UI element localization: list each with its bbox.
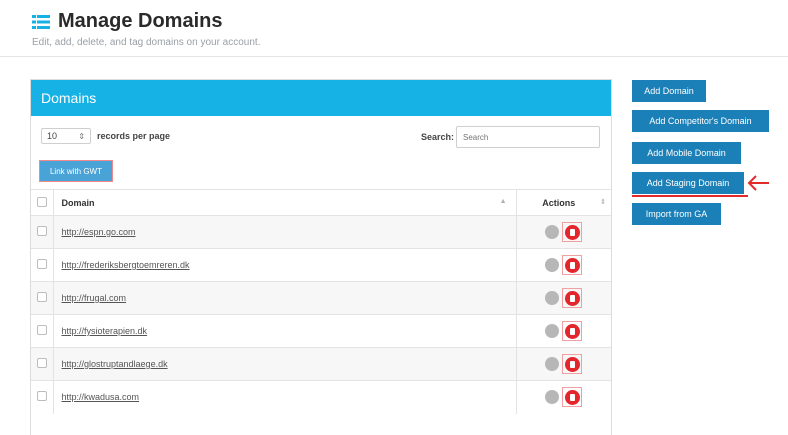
edit-icon[interactable] <box>545 291 560 305</box>
page-size-select[interactable]: 10 ⇕ <box>41 128 91 144</box>
records-per-page: 10 ⇕ records per page <box>41 128 170 144</box>
table-row: http://frederiksbergtoemreren.dk <box>31 248 611 282</box>
domain-link[interactable]: http://glostruptandlaege.dk <box>62 359 168 369</box>
table-row: http://fysioterapien.dk <box>31 314 611 348</box>
domain-link[interactable]: http://espn.go.com <box>62 227 136 237</box>
domains-table: Domain ▲ Actions ⇕ http://espn.go.com ht… <box>31 189 611 414</box>
table-row: http://frugal.com <box>31 281 611 315</box>
row-checkbox[interactable] <box>36 391 47 402</box>
header-divider <box>0 56 788 57</box>
table-row: http://glostruptandlaege.dk <box>31 347 611 381</box>
sort-icon: ⇕ <box>600 198 606 206</box>
row-checkbox[interactable] <box>36 358 47 368</box>
table-row: http://espn.go.com <box>31 215 611 249</box>
link-gwt-button[interactable]: Link with GWT <box>39 160 113 182</box>
edit-icon[interactable] <box>545 225 560 239</box>
edit-icon[interactable] <box>545 357 560 371</box>
row-checkbox[interactable] <box>36 226 47 236</box>
table-row: http://kwadusa.com <box>31 380 611 414</box>
domain-link[interactable]: http://fysioterapien.dk <box>62 326 148 336</box>
page-size-value: 10 <box>47 131 58 141</box>
page-title: Manage Domains <box>58 10 223 32</box>
domain-column-header[interactable]: Domain ▲ <box>53 189 517 216</box>
page-subtitle: Edit, add, delete, and tag domains on yo… <box>32 37 261 48</box>
search-area: Search: <box>421 126 600 148</box>
domain-link[interactable]: http://kwadusa.com <box>62 392 140 402</box>
delete-icon[interactable] <box>564 389 580 405</box>
list-icon <box>32 14 50 30</box>
edit-icon[interactable] <box>545 390 560 405</box>
row-checkbox[interactable] <box>36 292 47 302</box>
select-caret-icon: ⇕ <box>78 131 85 141</box>
edit-icon[interactable] <box>545 258 560 272</box>
delete-icon[interactable] <box>564 290 580 306</box>
sort-icon: ▲ <box>499 197 507 205</box>
table-header-row: Domain ▲ Actions ⇕ <box>31 189 611 216</box>
delete-icon[interactable] <box>564 257 580 273</box>
row-checkbox[interactable] <box>36 259 47 269</box>
panel-title: Domains <box>41 90 97 106</box>
actions-column-header[interactable]: Actions ⇕ <box>516 189 611 216</box>
add-staging-domain-button[interactable]: Add Staging Domain <box>632 172 744 194</box>
domain-link[interactable]: http://frederiksbergtoemreren.dk <box>62 260 190 270</box>
import-from-ga-button[interactable]: Import from GA <box>632 203 721 225</box>
records-per-page-label: records per page <box>97 131 171 141</box>
search-input[interactable] <box>456 126 600 148</box>
delete-icon[interactable] <box>564 356 580 372</box>
add-competitor-domain-button[interactable]: Add Competitor's Domain <box>632 110 769 132</box>
add-domain-button[interactable]: Add Domain <box>632 80 706 102</box>
page-header: Manage Domains Edit, add, delete, and ta… <box>32 10 261 48</box>
delete-icon[interactable] <box>564 323 580 339</box>
search-label: Search: <box>420 132 454 142</box>
arrow-left-icon <box>747 175 769 191</box>
domain-link[interactable]: http://frugal.com <box>62 293 127 303</box>
edit-icon[interactable] <box>545 324 560 338</box>
row-checkbox[interactable] <box>36 325 47 335</box>
domains-panel: Domains 10 ⇕ records per page Search: Li… <box>30 79 612 435</box>
table-controls: 10 ⇕ records per page Search: <box>31 116 611 154</box>
select-all-checkbox[interactable] <box>36 196 47 207</box>
delete-icon[interactable] <box>564 224 580 240</box>
add-mobile-domain-button[interactable]: Add Mobile Domain <box>632 142 741 164</box>
panel-header: Domains <box>31 80 611 116</box>
annotation-underline <box>632 195 748 197</box>
